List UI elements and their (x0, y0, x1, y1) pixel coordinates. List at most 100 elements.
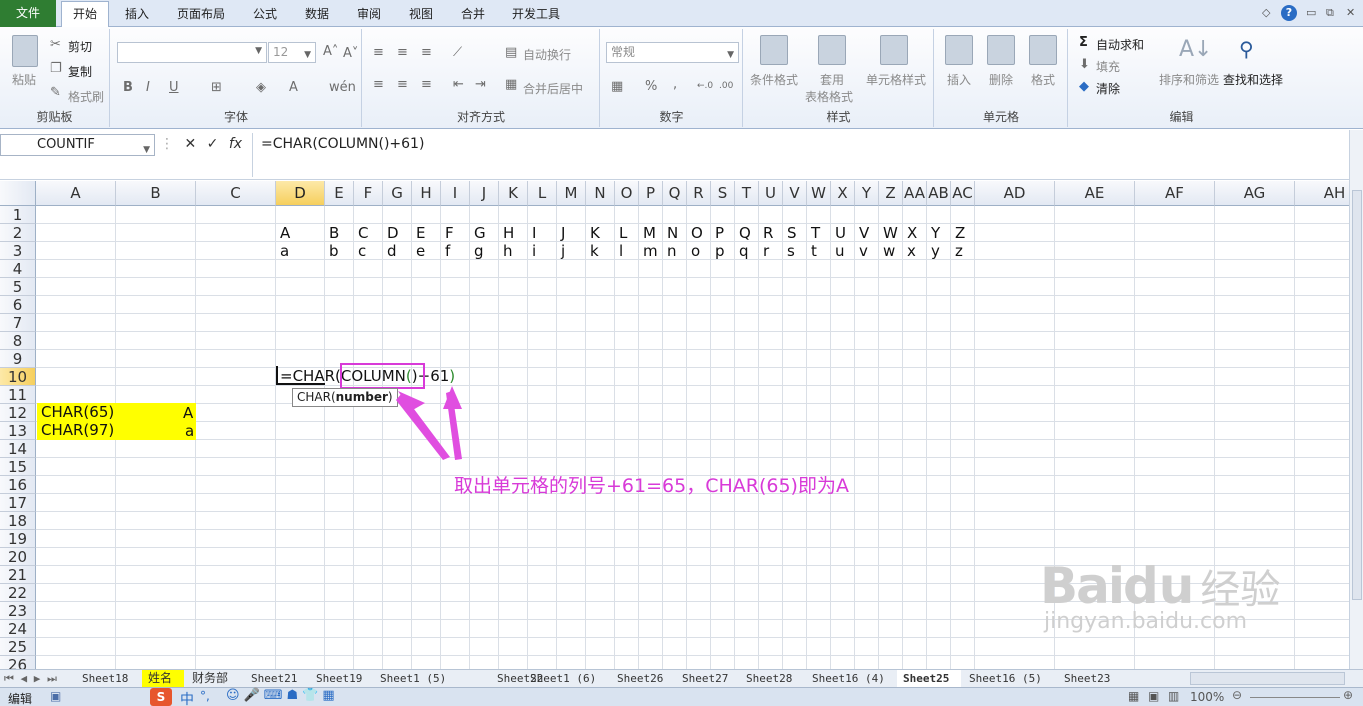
align-right-icon[interactable]: ≡ (421, 77, 432, 92)
sheet-tab[interactable]: Sheet1 (6) (524, 670, 610, 688)
align-middle-icon[interactable]: ≡ (397, 45, 408, 60)
tab-review[interactable]: 审阅 (347, 2, 391, 27)
merge-center-button[interactable]: 合并后居中 (523, 80, 583, 97)
border-icon[interactable]: ⊞ (211, 80, 222, 95)
delete-cells-button[interactable]: 删除 (989, 71, 1013, 88)
sheet-tab[interactable]: Sheet25 (897, 670, 961, 688)
tab-file[interactable]: 文件 (0, 0, 56, 27)
autosum-icon: Σ (1079, 35, 1088, 50)
decrease-indent-icon[interactable]: ⇤ (453, 77, 464, 92)
name-box[interactable]: COUNTIF ▼ (0, 134, 155, 156)
sheet-tab[interactable]: Sheet21 (245, 670, 309, 688)
zoom-out-icon[interactable]: ⊖ (1232, 688, 1242, 702)
tab-insert[interactable]: 插入 (115, 2, 159, 27)
font-size-dropdown[interactable]: 12 ▼ (268, 42, 316, 63)
percent-button[interactable]: % (645, 79, 657, 94)
insert-cells-button[interactable]: 插入 (947, 71, 971, 88)
tab-home[interactable]: 开始 (61, 1, 109, 28)
grow-font-icon[interactable]: A˄ (323, 44, 338, 59)
watermark-brand: Bai (1040, 557, 1125, 615)
worksheet-grid[interactable]: A B C D E F G H I J K L M N O P Q R S T U V W X Y Z AA AB AC AD AE AF AG… (0, 181, 1349, 670)
sheet-tab[interactable]: Sheet19 (310, 670, 374, 688)
sheet-tab[interactable]: 财务部 (186, 670, 244, 688)
font-color-icon[interactable]: A (289, 80, 298, 95)
font-name-dropdown[interactable]: ▼ (117, 42, 267, 63)
sheet-tab[interactable]: Sheet16 (4) (806, 670, 896, 688)
orientation-icon[interactable]: ⟋ (453, 45, 462, 60)
annotation-text: 取出单元格的列号+61=65，CHAR(65)即为A (454, 475, 849, 497)
sheet-tab[interactable]: Sheet22 (491, 670, 543, 688)
vertical-scrollbar[interactable] (1349, 130, 1363, 670)
conditional-format-button[interactable]: 条件格式 (750, 71, 798, 88)
enter-icon[interactable]: ✓ (207, 136, 219, 152)
zoom-slider[interactable] (1250, 697, 1340, 698)
format-painter-button[interactable]: 格式刷 (68, 88, 104, 105)
align-top-icon[interactable]: ≡ (373, 45, 384, 60)
sheet-tab[interactable]: Sheet18 (76, 670, 140, 688)
wrap-text-button[interactable]: 自动换行 (523, 46, 571, 63)
ribbon-collapse-icon[interactable]: ◇ (1262, 6, 1270, 19)
table-format-line1[interactable]: 套用 (820, 71, 844, 88)
sheet-tab[interactable]: Sheet26 (611, 670, 675, 688)
tab-page-layout[interactable]: 页面布局 (168, 2, 234, 27)
sheet-tab[interactable]: Sheet1 (5) (374, 670, 490, 688)
ime-punct[interactable]: °, (200, 689, 210, 703)
sheet-nav-arrows[interactable]: ⏮ ◀ ▶ ⏭ (4, 670, 57, 688)
cell-styles-button[interactable]: 单元格样式 (866, 71, 926, 88)
tab-formulas[interactable]: 公式 (243, 2, 287, 27)
align-center-icon[interactable]: ≡ (397, 77, 408, 92)
clear-icon: ◆ (1079, 79, 1089, 94)
copy-button[interactable]: 复制 (68, 63, 92, 80)
phonetic-icon[interactable]: wén (329, 80, 356, 95)
scroll-thumb[interactable] (1352, 190, 1362, 600)
help-icon[interactable]: ? (1281, 5, 1297, 21)
macro-record-icon[interactable]: ▣ (50, 689, 61, 703)
align-bottom-icon[interactable]: ≡ (421, 45, 432, 60)
decrease-decimal-icon[interactable]: .00 (719, 81, 733, 91)
find-select-button[interactable]: 查找和选择 (1223, 71, 1283, 88)
minimize-icon[interactable]: ▭ (1306, 6, 1316, 19)
underline-button[interactable]: U (169, 80, 179, 95)
align-left-icon[interactable]: ≡ (373, 77, 384, 92)
sheet-tab[interactable]: Sheet27 (676, 670, 740, 688)
tab-view[interactable]: 视图 (399, 2, 443, 27)
restore-icon[interactable]: ⧉ (1326, 6, 1334, 20)
ime-lang[interactable]: 中 (180, 689, 194, 706)
increase-decimal-icon[interactable]: ←.0 (697, 81, 713, 91)
number-format-dropdown[interactable]: 常规 ▼ (606, 42, 739, 63)
tab-merge[interactable]: 合并 (451, 2, 495, 27)
sheet-tab[interactable]: Sheet16 (5) (963, 670, 1057, 688)
ime-tool-icons[interactable]: ☺🎤⌨☗👕▦ (226, 688, 339, 703)
shrink-font-icon[interactable]: A˅ (343, 46, 358, 61)
zoom-in-icon[interactable]: ⊕ (1343, 688, 1353, 702)
view-break-icon[interactable]: ▥ (1168, 689, 1179, 703)
sogou-ime-icon[interactable]: S (150, 688, 172, 706)
close-icon[interactable]: ✕ (1346, 6, 1355, 19)
view-layout-icon[interactable]: ▣ (1148, 689, 1159, 703)
sheet-tab[interactable]: Sheet23 (1058, 670, 1120, 688)
fill-color-icon[interactable]: ◈ (256, 80, 266, 95)
cut-button[interactable]: 剪切 (68, 38, 92, 55)
autosum-button[interactable]: 自动求和 (1096, 36, 1144, 53)
view-normal-icon[interactable]: ▦ (1128, 689, 1139, 703)
table-format-line2[interactable]: 表格格式 (805, 88, 853, 105)
cancel-icon[interactable]: ✕ (184, 136, 196, 152)
insert-function-icon[interactable]: fx (229, 136, 242, 152)
tab-data[interactable]: 数据 (295, 2, 339, 27)
fill-button[interactable]: 填充 (1096, 58, 1120, 75)
italic-button[interactable]: I (146, 80, 150, 95)
sheet-tab[interactable]: 姓名 (142, 670, 184, 688)
clear-button[interactable]: 清除 (1096, 80, 1120, 97)
currency-icon[interactable]: ▦ (611, 79, 623, 94)
fill-icon: ⬇ (1079, 57, 1090, 72)
bold-button[interactable]: B (123, 80, 133, 95)
formula-input[interactable]: =CHAR(COLUMN()+61) (252, 133, 1351, 177)
sheet-tab[interactable]: Sheet28 (740, 670, 804, 688)
format-cells-button[interactable]: 格式 (1031, 71, 1055, 88)
paste-button[interactable]: 粘贴 (12, 71, 36, 88)
sort-filter-button[interactable]: 排序和筛选 (1159, 71, 1219, 88)
increase-indent-icon[interactable]: ⇥ (475, 77, 486, 92)
horizontal-scrollbar[interactable] (1190, 672, 1345, 685)
comma-button[interactable]: , (673, 77, 677, 92)
tab-developer[interactable]: 开发工具 (503, 2, 569, 27)
